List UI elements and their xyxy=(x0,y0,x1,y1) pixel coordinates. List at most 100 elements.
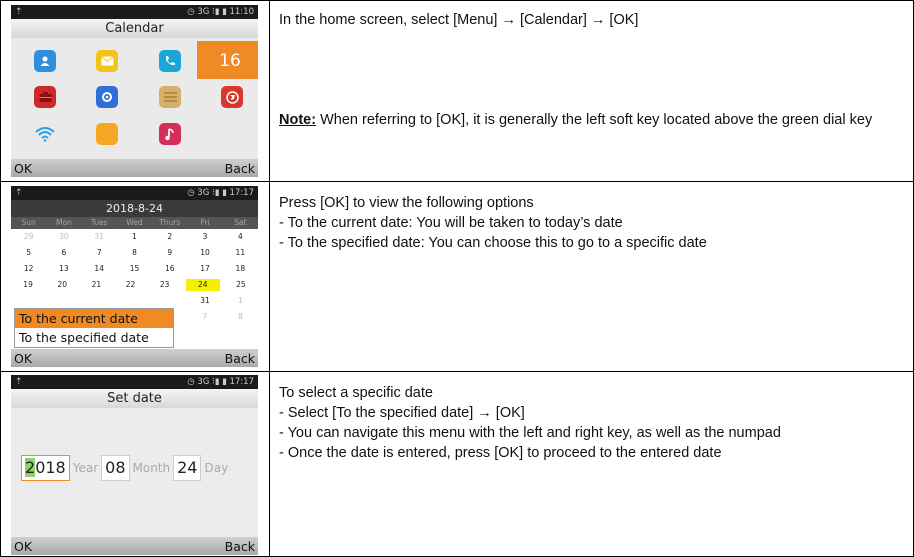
contacts-icon[interactable] xyxy=(34,50,56,72)
calendar-date-header: 2018-8-24 xyxy=(11,200,258,217)
softkey-bar: OK Back xyxy=(11,159,258,177)
note-label: Note: xyxy=(279,112,317,128)
calendar-day[interactable] xyxy=(117,293,152,309)
option-current-date[interactable]: To the current date xyxy=(15,309,173,328)
phone-screenshot-calendar-options: ⇡ ◷ 3G ⁝▮ ▮ 17:17 2018-8-24 Sun Mon Tues… xyxy=(11,186,258,367)
phone-icon[interactable] xyxy=(159,50,181,72)
wifi-icon[interactable] xyxy=(34,123,56,145)
calendar-week: 12 13 14 15 16 17 18 xyxy=(11,261,258,277)
calendar-day[interactable]: 1 xyxy=(223,293,258,309)
status-indicators: ◷ 3G ⁝▮ ▮ 17:17 xyxy=(187,188,254,198)
status-bar: ⇡ ◷ 3G ⁝▮ ▮ 17:17 xyxy=(11,375,258,389)
instruction-line: To select a specific date xyxy=(279,385,433,401)
back-softkey[interactable]: Back xyxy=(225,539,255,554)
notes-icon[interactable] xyxy=(159,86,181,108)
calendar-day[interactable]: 15 xyxy=(117,261,152,277)
row-divider xyxy=(0,181,914,182)
weekday-label: Sun xyxy=(21,218,36,227)
settings-icon[interactable] xyxy=(96,86,118,108)
ok-softkey[interactable]: OK xyxy=(14,539,32,554)
music-icon[interactable] xyxy=(159,123,181,145)
weekday-header: Sun Mon Tues Wed Thurs Fri Sat xyxy=(11,217,258,229)
folder-icon[interactable] xyxy=(96,123,118,145)
calendar-day[interactable]: 7 xyxy=(82,245,117,261)
date-entry-row: 2018 Year 08 Month 24 Day xyxy=(21,455,231,481)
weekday-label: Thurs xyxy=(159,218,181,227)
phone-screenshot-calendar-menu: ⇡ ◷ 3G ⁝▮ ▮ 11:10 Calendar 16 OK Back xyxy=(11,5,258,177)
calendar-day[interactable]: 14 xyxy=(82,261,117,277)
calendar-day[interactable]: 10 xyxy=(187,245,222,261)
instruction-line: - To the specified date: You can choose … xyxy=(279,235,707,251)
instruction-line: - Once the date is entered, press [OK] t… xyxy=(279,445,722,461)
calendar-day[interactable]: 21 xyxy=(79,277,113,293)
calendar-day[interactable]: 19 xyxy=(11,277,45,293)
calendar-day[interactable] xyxy=(11,293,46,309)
calendar-day[interactable]: 25 xyxy=(224,277,258,293)
year-value: 018 xyxy=(35,458,66,477)
calendar-day[interactable]: 23 xyxy=(148,277,182,293)
softkey-bar: OK Back xyxy=(11,349,258,367)
day-field[interactable]: 24 xyxy=(173,455,202,481)
calendar-icon[interactable]: 16 xyxy=(215,50,245,72)
calendar-day[interactable] xyxy=(46,293,81,309)
instruction-table: ⇡ ◷ 3G ⁝▮ ▮ 11:10 Calendar 16 OK Back In… xyxy=(0,0,914,557)
back-softkey[interactable]: Back xyxy=(225,351,255,366)
instruction-line: In the home screen, select [Menu] → [Cal… xyxy=(279,12,639,28)
screen-title: Calendar xyxy=(11,19,258,38)
calendar-day[interactable]: 20 xyxy=(45,277,79,293)
messages-icon[interactable] xyxy=(96,50,118,72)
year-label: Year xyxy=(72,461,99,475)
calendar-day[interactable]: 7 xyxy=(187,309,222,325)
softkey-bar: OK Back xyxy=(11,537,258,555)
row-divider xyxy=(0,371,914,372)
calendar-day[interactable] xyxy=(82,293,117,309)
back-softkey[interactable]: Back xyxy=(225,161,255,176)
calendar-day[interactable]: 16 xyxy=(152,261,187,277)
screen-title: Set date xyxy=(11,389,258,408)
row3-instructions: To select a specific date - Select [To t… xyxy=(279,383,909,463)
calendar-day[interactable]: 3 xyxy=(187,229,222,245)
phone-screenshot-set-date: ⇡ ◷ 3G ⁝▮ ▮ 17:17 Set date 2018 Year 08 … xyxy=(11,375,258,555)
status-bar: ⇡ ◷ 3G ⁝▮ ▮ 11:10 xyxy=(11,5,258,19)
month-label: Month xyxy=(132,461,171,475)
calendar-day[interactable]: 6 xyxy=(46,245,81,261)
year-field[interactable]: 2018 xyxy=(21,455,70,481)
calendar-day[interactable] xyxy=(152,293,187,309)
signal-icon: ⇡ xyxy=(15,377,23,387)
column-divider xyxy=(269,0,270,557)
calendar-day[interactable]: 1 xyxy=(117,229,152,245)
calendar-day[interactable]: 11 xyxy=(223,245,258,261)
calendar-day[interactable]: 31 xyxy=(187,293,222,309)
option-specified-date[interactable]: To the specified date xyxy=(15,328,173,347)
instruction-line: - Select [To the specified date] → [OK] xyxy=(279,405,525,421)
browser-icon[interactable] xyxy=(221,86,243,108)
calendar-day[interactable]: 2 xyxy=(152,229,187,245)
instruction-line: Press [OK] to view the following options xyxy=(279,195,534,211)
calendar-day[interactable]: 8 xyxy=(117,245,152,261)
calendar-day-selected[interactable]: 24 xyxy=(185,279,220,291)
calendar-day[interactable]: 29 xyxy=(11,229,46,245)
calendar-day[interactable]: 17 xyxy=(187,261,222,277)
note-paragraph: Note: When referring to [OK], it is gene… xyxy=(279,110,909,130)
calendar-day[interactable]: 12 xyxy=(11,261,46,277)
toolbox-icon[interactable] xyxy=(34,86,56,108)
calendar-day[interactable]: 4 xyxy=(223,229,258,245)
month-field[interactable]: 08 xyxy=(101,455,130,481)
table-border-left xyxy=(0,0,1,557)
calendar-day[interactable]: 18 xyxy=(223,261,258,277)
calendar-day[interactable]: 13 xyxy=(46,261,81,277)
calendar-day[interactable]: 8 xyxy=(223,309,258,325)
calendar-week: 31 1 xyxy=(11,293,258,309)
ok-softkey[interactable]: OK xyxy=(14,351,32,366)
calendar-day[interactable]: 30 xyxy=(46,229,81,245)
status-indicators: ◷ 3G ⁝▮ ▮ 11:10 xyxy=(187,7,254,17)
signal-icon: ⇡ xyxy=(15,188,23,198)
ok-softkey[interactable]: OK xyxy=(14,161,32,176)
calendar-day[interactable]: 9 xyxy=(152,245,187,261)
instruction-line: - To the current date: You will be taken… xyxy=(279,215,623,231)
calendar-day[interactable]: 31 xyxy=(82,229,117,245)
app-grid: 16 xyxy=(11,38,258,156)
calendar-day[interactable]: 22 xyxy=(113,277,147,293)
calendar-week: 29 30 31 1 2 3 4 xyxy=(11,229,258,245)
calendar-day[interactable]: 5 xyxy=(11,245,46,261)
